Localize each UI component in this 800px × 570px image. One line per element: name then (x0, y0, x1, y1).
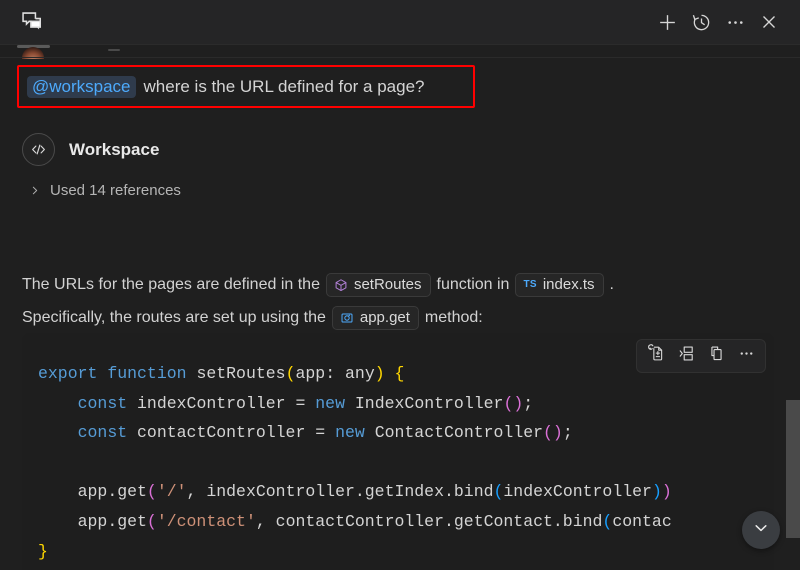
symbol-property-icon (340, 311, 354, 325)
previous-message-row-partial (0, 45, 800, 59)
ellipsis-icon (725, 12, 746, 33)
typescript-file-icon: TS (523, 280, 536, 290)
code-block: export function setRoutes(app: any) { co… (22, 333, 774, 570)
inline-chip-index-ts[interactable]: TS index.ts (515, 273, 603, 297)
insert-at-cursor-button[interactable] (641, 342, 671, 370)
username-partial (108, 49, 120, 51)
user-prompt-text: where is the URL defined for a page? (144, 77, 425, 97)
user-prompt-highlight: @workspace where is the URL defined for … (17, 65, 475, 108)
code-more-actions-button[interactable] (731, 342, 761, 370)
used-references-toggle[interactable]: Used 14 references (30, 182, 181, 199)
copy-button[interactable] (701, 342, 731, 370)
agent-header: Workspace (22, 133, 159, 166)
inline-chip-label: index.ts (543, 277, 595, 292)
copy-icon (707, 344, 726, 368)
conversation-scroll-area[interactable]: @workspace where is the URL defined for … (0, 45, 800, 570)
split-into-blocks-icon (677, 344, 696, 368)
response-paragraph-line-1: The URLs for the pages are defined in th… (22, 273, 614, 297)
inline-chip-setroutes[interactable]: setRoutes (326, 273, 431, 297)
inline-chip-app-get[interactable]: app.get (332, 306, 419, 330)
more-actions-button[interactable] (718, 5, 752, 39)
agent-name: Workspace (69, 140, 159, 160)
chat-titlebar (0, 0, 800, 45)
plus-icon (657, 12, 678, 33)
chevron-right-icon (30, 185, 40, 196)
insert-file-icon (647, 344, 666, 368)
chat-panel: @workspace where is the URL defined for … (0, 0, 800, 570)
vertical-scrollbar-thumb[interactable] (786, 400, 800, 538)
symbol-method-icon (334, 278, 348, 292)
close-button[interactable] (752, 5, 786, 39)
chat-history-button[interactable] (684, 5, 718, 39)
paragraph-text-mid: function in (437, 277, 510, 293)
paragraph-text-pre: Specifically, the routes are set up usin… (22, 310, 326, 326)
new-chat-button[interactable] (650, 5, 684, 39)
vertical-scrollbar-track[interactable] (786, 45, 800, 570)
history-icon (691, 12, 712, 33)
scroll-to-bottom-button[interactable] (742, 511, 780, 549)
workspace-mention-chip[interactable]: @workspace (27, 76, 136, 98)
inline-chip-label: setRoutes (354, 277, 422, 292)
paragraph-text-post: method: (425, 310, 483, 326)
close-icon (759, 12, 779, 32)
used-references-label: Used 14 references (50, 182, 181, 199)
chevron-down-icon (752, 519, 770, 542)
inline-chip-label: app.get (360, 310, 410, 325)
code-brackets-icon (22, 133, 55, 166)
paragraph-text-pre: The URLs for the pages are defined in th… (22, 277, 320, 293)
code-block-toolbar (636, 339, 766, 373)
code-content: export function setRoutes(app: any) { co… (22, 359, 672, 566)
response-paragraph-line-2: Specifically, the routes are set up usin… (22, 306, 483, 330)
apply-in-editor-button[interactable] (671, 342, 701, 370)
paragraph-text-post: . (610, 277, 614, 293)
comment-discussion-icon (18, 8, 46, 36)
ellipsis-icon (737, 344, 756, 368)
divider (0, 57, 800, 58)
